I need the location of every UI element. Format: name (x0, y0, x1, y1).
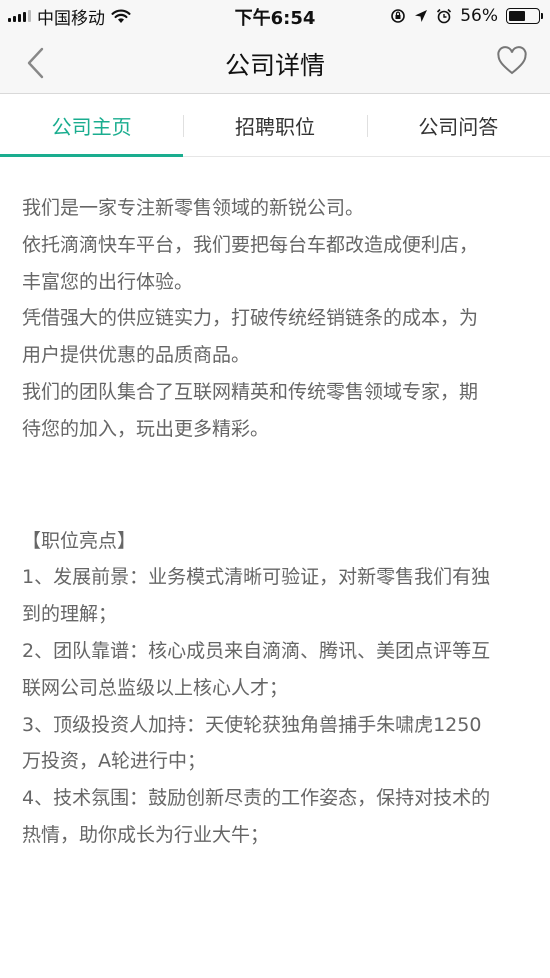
highlight-line: 联网公司总监级以上核心人才； (22, 676, 289, 699)
status-right: 56% (390, 5, 543, 27)
highlight-line: 到的理解； (22, 603, 118, 626)
company-description: 我们是一家专注新零售领域的新锐公司。 依托滴滴快车平台，我们要把每台车都改造成便… (22, 190, 537, 854)
rotation-lock-icon (391, 9, 406, 23)
intro-line: 用户提供优惠的品质商品。 (22, 344, 251, 367)
intro-line: 丰富您的出行体验。 (22, 270, 194, 293)
intro-line: 依托滴滴快车平台，我们要把每台车都改造成便利店， (22, 233, 479, 256)
highlight-line: 万投资，A轮进行中； (22, 750, 206, 773)
tab-job-positions[interactable]: 招聘职位 (183, 95, 366, 156)
tab-bar: 公司主页 招聘职位 公司问答 (0, 95, 550, 157)
heart-icon[interactable] (496, 45, 528, 77)
status-bar: 中国移动 下午6:54 56% (0, 0, 550, 32)
battery-percent: 56% (460, 6, 498, 26)
intro-line: 凭借强大的供应链实力，打破传统经销链条的成本，为 (22, 307, 479, 330)
tab-company-qa[interactable]: 公司问答 (366, 95, 550, 156)
highlight-line: 4、技术氛围：鼓励创新尽责的工作姿态，保持对技术的 (22, 787, 491, 810)
battery-level (509, 11, 525, 21)
highlight-line: 3、顶级投资人加持：天使轮获独角兽捕手朱啸虎1250 (22, 713, 482, 736)
highlight-line: 热情，助你成长为行业大牛； (22, 823, 270, 846)
intro-section: 我们是一家专注新零售领域的新锐公司。 依托滴滴快车平台，我们要把每台车都改造成便… (22, 190, 537, 448)
battery-icon (506, 8, 543, 24)
highlights-section: 【职位亮点】 1、发展前景：业务模式清晰可验证，对新零售我们有独 到的理解； 2… (22, 523, 537, 854)
highlights-title: 【职位亮点】 (22, 529, 137, 552)
intro-line: 我们是一家专注新零售领域的新锐公司。 (22, 197, 365, 219)
intro-line: 我们的团队集合了互联网精英和传统零售领域专家，期 (22, 380, 479, 403)
highlight-line: 1、发展前景：业务模式清晰可验证，对新零售我们有独 (22, 566, 491, 589)
tab-company-home[interactable]: 公司主页 (0, 95, 184, 157)
page-title: 公司详情 (224, 51, 325, 80)
intro-line: 待您的加入，玩出更多精彩。 (22, 417, 270, 440)
alarm-icon (437, 8, 452, 24)
nav-bar: 公司详情 (0, 32, 550, 94)
highlight-line: 2、团队靠谱：核心成员来自滴滴、腾讯、美团点评等互 (22, 639, 491, 662)
location-arrow-icon (415, 10, 428, 22)
